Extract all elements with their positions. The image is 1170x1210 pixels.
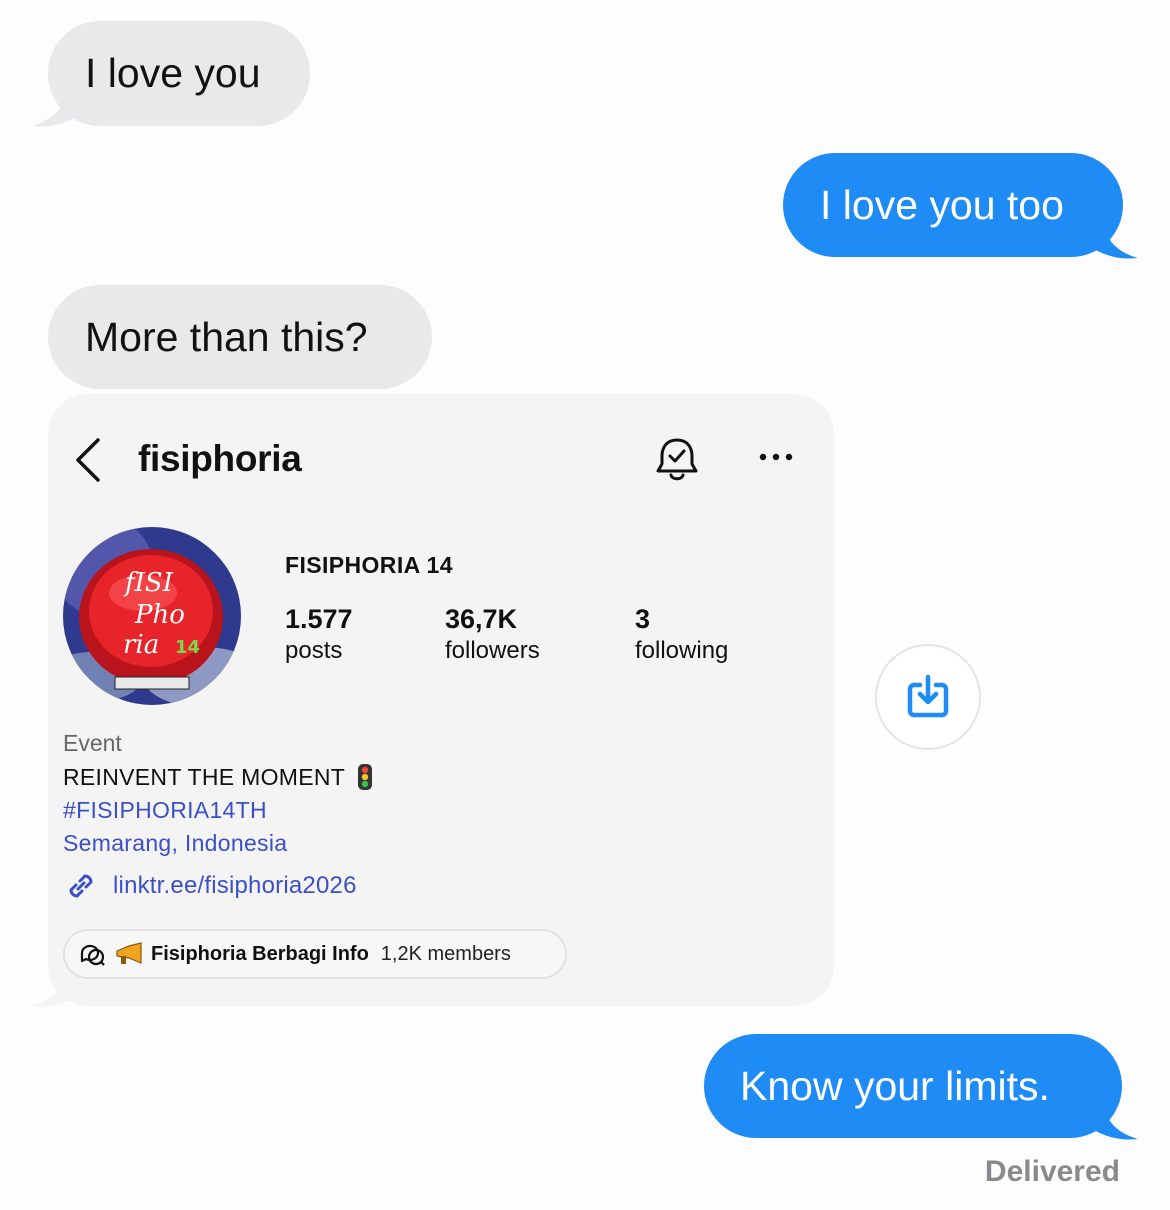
- delivery-status: Delivered: [984, 1155, 1120, 1188]
- channel-name: Fisiphoria Berbagi Info: [151, 942, 369, 965]
- svg-text:ria: ria: [123, 630, 159, 660]
- profile-display-name: FISIPHORIA 14: [285, 552, 453, 578]
- svg-text:Pho: Pho: [134, 600, 185, 630]
- more-icon[interactable]: [758, 452, 794, 462]
- stat-value: 36,7K: [445, 604, 518, 634]
- message-bubble-sent[interactable]: I love you too: [783, 153, 1123, 257]
- stat-label: followers: [445, 637, 540, 664]
- profile-hashtag-link[interactable]: #FISIPHORIA14TH: [63, 797, 267, 824]
- stat-value: 1.577: [285, 604, 353, 634]
- svg-text:fISI: fISI: [123, 568, 174, 598]
- back-arrow-icon[interactable]: [74, 438, 104, 482]
- link-text: linktr.ee/fisiphoria2026: [113, 872, 357, 899]
- message-bubble-sent[interactable]: Know your limits.: [704, 1034, 1122, 1138]
- profile-location-link[interactable]: Semarang, Indonesia: [63, 830, 287, 857]
- stat-label: following: [635, 637, 729, 664]
- profile-bio: REINVENT THE MOMENT: [63, 763, 373, 791]
- megaphone-icon: [116, 942, 142, 964]
- chat-bubbles-icon: [80, 944, 105, 966]
- bell-check-icon[interactable]: [654, 436, 700, 484]
- stat-value: 3: [635, 604, 651, 634]
- download-icon: [907, 674, 949, 718]
- link-icon: [69, 874, 93, 898]
- channel-members: 1,2K members: [380, 942, 511, 965]
- stat-following[interactable]: 3 following: [635, 604, 728, 668]
- traffic-light-icon: [358, 764, 373, 790]
- save-shared-post-button[interactable]: [875, 644, 981, 750]
- broadcast-channel-pill[interactable]: Fisiphoria Berbagi Info 1,2K members: [63, 929, 567, 979]
- profile-avatar[interactable]: fISI Pho ria 14: [63, 527, 241, 705]
- bio-text: REINVENT THE MOMENT: [63, 763, 346, 790]
- message-text: I love you: [85, 50, 261, 96]
- stat-label: posts: [285, 637, 343, 664]
- stat-posts[interactable]: 1.577 posts: [285, 604, 353, 668]
- message-text: Know your limits.: [740, 1062, 1050, 1109]
- shared-profile-card[interactable]: fisiphoria fISI Pho ria 14 FISIPHORIA 14…: [48, 394, 834, 1006]
- message-bubble-received[interactable]: I love you: [48, 21, 310, 126]
- profile-website-link[interactable]: linktr.ee/fisiphoria2026: [63, 868, 357, 904]
- message-text: I love you too: [820, 181, 1064, 228]
- profile-category: Event: [63, 730, 122, 756]
- message-text: More than this?: [85, 313, 368, 360]
- svg-text:14: 14: [175, 637, 200, 658]
- message-bubble-received[interactable]: More than this?: [48, 285, 432, 389]
- profile-username: fisiphoria: [138, 438, 302, 479]
- stat-followers[interactable]: 36,7K followers: [445, 604, 540, 668]
